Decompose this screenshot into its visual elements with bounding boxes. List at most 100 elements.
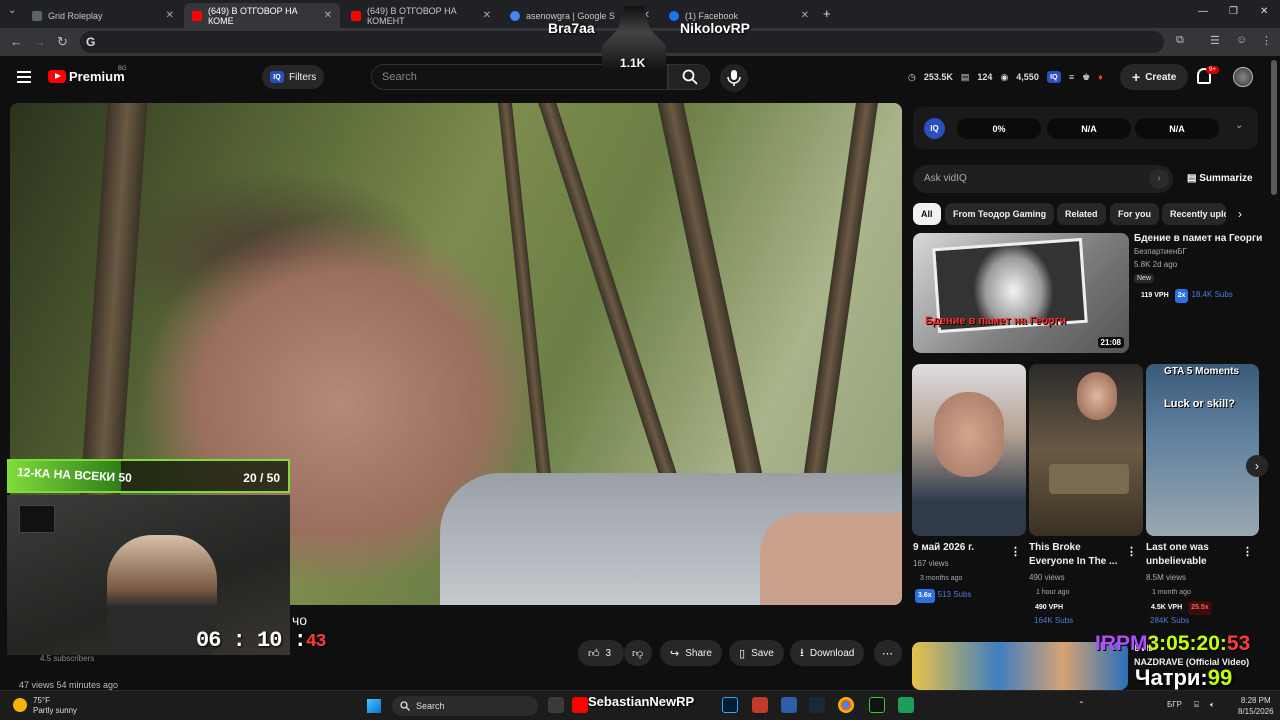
forward-icon[interactable]: → xyxy=(33,34,46,49)
app-icon[interactable] xyxy=(869,697,885,713)
short-title-3[interactable]: Last one was unbelievable xyxy=(1146,541,1240,569)
short-thumbnail-1[interactable] xyxy=(912,364,1026,536)
back-icon[interactable]: ← xyxy=(10,34,23,49)
tab-youtube-2[interactable]: (649) В ОТГОВОР НА КОМЕНТ ✕ xyxy=(343,3,499,28)
chevron-right-icon[interactable]: › xyxy=(1238,207,1242,221)
list-icon[interactable]: ≡ xyxy=(1069,72,1074,82)
clock-date: 8/15/2026 xyxy=(1238,707,1274,716)
tab-strip-icon[interactable]: ☰ xyxy=(1210,34,1220,47)
tab-grid-roleplay[interactable]: Grid Roleplay ✕ xyxy=(24,3,182,28)
new-badge: New xyxy=(1134,274,1155,283)
chat-counter-overlay: Чатри:99 xyxy=(1135,665,1232,691)
short-age-1: 3 months ago xyxy=(920,575,963,582)
create-label: Create xyxy=(1145,71,1177,83)
weather-temp: 75°F xyxy=(33,696,50,705)
taskbar-search-label: Search xyxy=(416,701,445,711)
short-views-2: 490 views xyxy=(1029,573,1065,582)
app-icon[interactable] xyxy=(781,697,797,713)
taskbar-search[interactable]: Search xyxy=(392,696,538,716)
language-indicator[interactable]: БГР xyxy=(1167,700,1182,709)
short-thumbnail-2[interactable] xyxy=(1029,364,1143,536)
chip-related[interactable]: Related xyxy=(1057,203,1106,225)
window-close-icon[interactable]: ✕ xyxy=(1260,6,1268,17)
video-views-line: 47 views 54 minutes ago xyxy=(19,680,119,690)
filters-button[interactable]: IQ Filters xyxy=(262,65,325,89)
trophy-icon[interactable]: ♚ xyxy=(1082,72,1090,83)
related-thumbnail[interactable]: Бдение в памет на Георги 21:08 xyxy=(913,233,1129,353)
vidiq-logo-icon[interactable]: IQ xyxy=(924,118,945,139)
more-vertical-icon[interactable]: ⋮ xyxy=(1242,545,1253,558)
tab-search-icon[interactable]: ⌄ xyxy=(8,5,16,16)
youtube-app-icon[interactable] xyxy=(572,697,588,713)
summarize-button[interactable]: ▤ Summarize xyxy=(1187,173,1253,184)
minimize-icon[interactable]: — xyxy=(1198,6,1208,17)
chevron-up-icon[interactable]: ⌃ xyxy=(1078,700,1085,709)
close-icon[interactable]: ✕ xyxy=(801,10,809,21)
short-title-1[interactable]: 9 май 2026 г. xyxy=(913,541,1009,555)
youtube-premium-logo[interactable]: Premium xyxy=(69,69,125,84)
taskbar-clock[interactable]: 8:28 PM 8/15/2026 xyxy=(1238,695,1274,717)
more-vertical-icon[interactable]: ⋮ xyxy=(1010,545,1021,558)
shorts-next-button[interactable]: › xyxy=(1246,455,1268,477)
tab-title: (649) В ОТГОВОР НА КОМЕ xyxy=(208,5,298,26)
short-title-2[interactable]: This Broke Everyone In The ... xyxy=(1029,541,1121,569)
multiplier-badge: 2x xyxy=(1174,289,1189,303)
avatar[interactable] xyxy=(1233,67,1253,87)
vidiq-icon[interactable]: IQ xyxy=(1046,71,1061,83)
steam-icon[interactable] xyxy=(809,697,825,713)
network-icon[interactable]: ⌸ xyxy=(1194,700,1199,710)
youtube-icon xyxy=(351,10,361,21)
vidiq-pill-1: 0% xyxy=(957,118,1041,139)
youtube-logo-icon[interactable] xyxy=(48,70,66,83)
close-icon[interactable]: ✕ xyxy=(483,10,491,21)
scrollbar[interactable] xyxy=(1271,60,1277,195)
ask-vidiq-input[interactable]: Ask vidIQ › xyxy=(913,165,1173,193)
chrome-icon[interactable] xyxy=(838,697,854,713)
reload-icon[interactable]: ↻ xyxy=(57,34,68,50)
chip-from-channel[interactable]: From Теодор Gaming xyxy=(945,203,1055,225)
create-button[interactable]: + Create xyxy=(1120,64,1189,90)
chip-all[interactable]: All xyxy=(913,203,941,225)
chevron-right-icon[interactable]: › xyxy=(1149,169,1169,189)
close-icon[interactable]: ✕ xyxy=(324,10,332,21)
voice-search-button[interactable] xyxy=(720,64,748,92)
short-thumbnail-3[interactable]: GTA 5 Moments Luck or skill? xyxy=(1146,364,1259,536)
vidiq-stats: ◷ 253.5K ▤ 124 ◉ 4,550 IQ ≡ ♚ ♦ xyxy=(908,71,1103,83)
hamburger-menu-icon[interactable] xyxy=(17,71,31,83)
app-icon[interactable] xyxy=(752,697,768,713)
thumbs-down-icon: 👎︎ xyxy=(632,647,644,660)
chip-recently-uploaded[interactable]: Recently uploaded xyxy=(1162,203,1226,225)
summarize-label: Summarize xyxy=(1199,173,1253,184)
dislike-button[interactable]: 👎︎ xyxy=(624,640,652,666)
chip-for-you[interactable]: For you xyxy=(1110,203,1159,225)
share-button[interactable]: ↪ Share xyxy=(660,640,722,666)
photoshop-icon[interactable] xyxy=(722,697,738,713)
more-actions-button[interactable]: ⋯ xyxy=(874,640,902,666)
tab-youtube-1[interactable]: (649) В ОТГОВОР НА КОМЕ ✕ xyxy=(184,3,340,28)
app-icon[interactable] xyxy=(898,697,914,713)
menu-icon[interactable]: ⋮ xyxy=(1261,34,1272,47)
more-vertical-icon[interactable]: ⋮ xyxy=(1126,545,1137,558)
like-button[interactable]: 👍︎ 3 xyxy=(578,640,624,666)
search-button[interactable] xyxy=(668,64,710,90)
download-button[interactable]: ⭳ Download xyxy=(790,640,865,666)
task-view-icon[interactable] xyxy=(548,697,564,713)
volume-icon[interactable]: 🔈︎ xyxy=(1210,700,1215,710)
new-tab-button[interactable]: + xyxy=(823,6,831,21)
chevron-down-icon[interactable]: ⌄ xyxy=(1235,120,1243,131)
save-button[interactable]: ▯ Save xyxy=(729,640,784,666)
weather-widget[interactable]: 75°F Partly sunny xyxy=(13,696,77,716)
vidiq-pill-3: N/A xyxy=(1135,118,1219,139)
related-title[interactable]: Бдение в памет на Георги xyxy=(1134,232,1262,246)
alert-icon[interactable]: ♦ xyxy=(1098,72,1103,82)
tab-title: (1) Facebook xyxy=(685,10,739,21)
microphone-icon xyxy=(727,70,741,86)
extensions-icon[interactable]: ⧉ xyxy=(1176,34,1184,47)
profile-icon[interactable]: ☺ xyxy=(1236,34,1247,46)
windows-start-icon[interactable] xyxy=(367,699,381,713)
related-channel[interactable]: БезпартиенБГ xyxy=(1134,246,1187,258)
maximize-icon[interactable]: ❐ xyxy=(1229,6,1238,17)
weather-desc: Partly sunny xyxy=(33,706,78,715)
close-icon[interactable]: ✕ xyxy=(166,10,174,21)
related-meta: 5.8K 2d ago xyxy=(1134,260,1178,269)
